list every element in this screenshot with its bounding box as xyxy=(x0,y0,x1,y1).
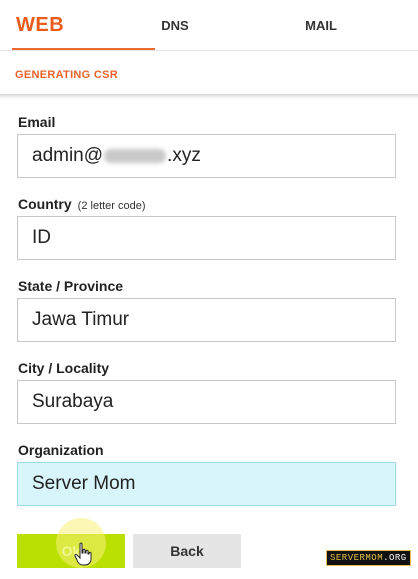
header-shadow xyxy=(0,94,418,100)
email-field[interactable]: admin@ .xyz xyxy=(17,134,396,178)
email-suffix: .xyz xyxy=(167,145,201,166)
city-field[interactable] xyxy=(17,380,396,424)
section-header: GENERATING CSR xyxy=(0,51,418,94)
back-button[interactable]: Back xyxy=(133,534,241,568)
tab-bar: WEB DNS MAIL xyxy=(0,0,418,50)
country-label-text: Country xyxy=(18,196,72,212)
section-title: GENERATING CSR xyxy=(15,69,119,81)
state-field[interactable] xyxy=(17,298,396,342)
country-field[interactable] xyxy=(17,216,396,260)
country-hint: (2 letter code) xyxy=(77,200,146,212)
tab-mail[interactable]: MAIL xyxy=(292,0,350,50)
email-label: Email xyxy=(18,114,56,130)
redacted-domain xyxy=(104,149,167,163)
tab-web[interactable]: WEB xyxy=(12,0,155,50)
country-label: Country (2 letter code) xyxy=(18,196,146,212)
email-prefix: admin@ xyxy=(32,145,104,166)
hand-cursor-icon xyxy=(74,542,92,566)
organization-field[interactable] xyxy=(17,462,396,506)
organization-label: Organization xyxy=(18,442,104,458)
state-label: State / Province xyxy=(18,278,124,294)
watermark-logo: SERVERMOM.ORG xyxy=(326,550,411,566)
city-label: City / Locality xyxy=(18,360,110,376)
ok-button[interactable]: Ok xyxy=(17,534,125,568)
tab-dns[interactable]: DNS xyxy=(150,0,200,50)
